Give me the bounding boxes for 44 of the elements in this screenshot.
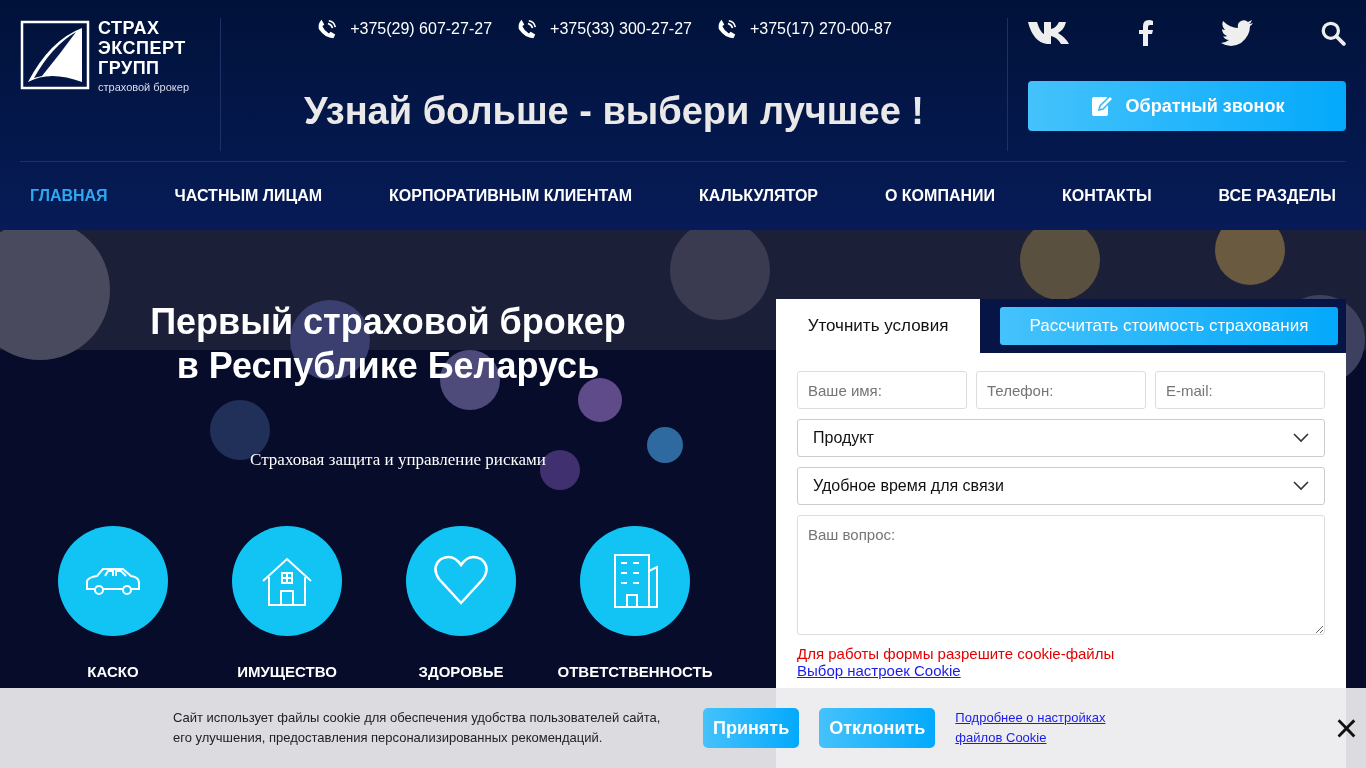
input-field[interactable]: E-mail: [1155, 371, 1325, 409]
nav-link[interactable]: КОНТАКТЫ [1061, 187, 1152, 205]
logo-text: ЭКСПЕРТ [98, 38, 187, 58]
phone-number[interactable]: +375(33) 300-27-27 [550, 20, 692, 38]
hero-title: в Республике Беларусь [176, 344, 600, 388]
form-tab[interactable]: Уточнить условия [776, 299, 980, 353]
logo-icon [20, 20, 90, 90]
cookie-notice: Сайт использует файлы cookie для обеспечения удобства пользователей сайта, его улучшения, предоставления персонализированных рекомендаций. [173, 709, 662, 747]
close-button[interactable]: × [1334, 708, 1358, 748]
dropdown[interactable]: Удобное время для связи [797, 467, 1325, 505]
search-icon[interactable] [1320, 20, 1346, 46]
category-label[interactable]: ЗДОРОВЬЕ [418, 663, 504, 680]
logo-tagline: страховой брокер [98, 81, 189, 93]
vk-icon[interactable] [1028, 20, 1072, 46]
twitter-icon[interactable] [1220, 20, 1253, 46]
category-label[interactable]: ИМУЩЕСТВО [237, 663, 337, 680]
input-field[interactable]: Ваше имя: [797, 371, 967, 409]
chevron-down-icon [1293, 433, 1309, 443]
category-label[interactable]: КАСКО [87, 663, 139, 680]
nav-link[interactable]: О КОМПАНИИ [884, 187, 995, 205]
logo-text: ГРУПП [98, 58, 161, 78]
phone-icon [316, 18, 339, 40]
phone-number[interactable]: +375(17) 270-00-87 [749, 20, 892, 38]
category-label[interactable]: ОТВЕТСТВЕННОСТЬ [557, 663, 713, 680]
input-field[interactable]: Телефон: [976, 371, 1146, 409]
cookie-warning: Для работы формы разрешите cookie-файлы [797, 645, 1115, 662]
cookie-details-link[interactable]: Подробнее о настройках файлов Cookie [955, 708, 1121, 748]
phone-number[interactable]: +375(29) 607-27-27 [350, 20, 493, 38]
slogan: Узнай больше - выбери лучшее ! [304, 90, 924, 133]
cookie-settings-link[interactable]: Выбор настроек Cookie [797, 662, 961, 679]
hero-subtitle: Страховая защита и управление рисками [250, 450, 546, 470]
facebook-icon[interactable] [1139, 20, 1154, 46]
hero-title: Первый страховой брокер [150, 300, 626, 344]
chevron-down-icon [1293, 481, 1309, 491]
dropdown[interactable]: Продукт [797, 419, 1325, 457]
nav-link[interactable]: ВСЕ РАЗДЕЛЫ [1218, 187, 1336, 205]
nav-link[interactable]: ЧАСТНЫМ ЛИЦАМ [174, 187, 323, 205]
edit-icon [1089, 94, 1114, 118]
nav-link[interactable]: КОРПОРАТИВНЫМ КЛИЕНТАМ [389, 187, 633, 205]
logo-text: СТРАХ [98, 18, 161, 38]
phone-icon [516, 18, 539, 40]
nav-link[interactable]: ГЛАВНАЯ [30, 187, 108, 205]
question-field[interactable]: Ваш вопрос: [797, 515, 1325, 635]
nav-link[interactable]: КАЛЬКУЛЯТОР [699, 187, 819, 205]
